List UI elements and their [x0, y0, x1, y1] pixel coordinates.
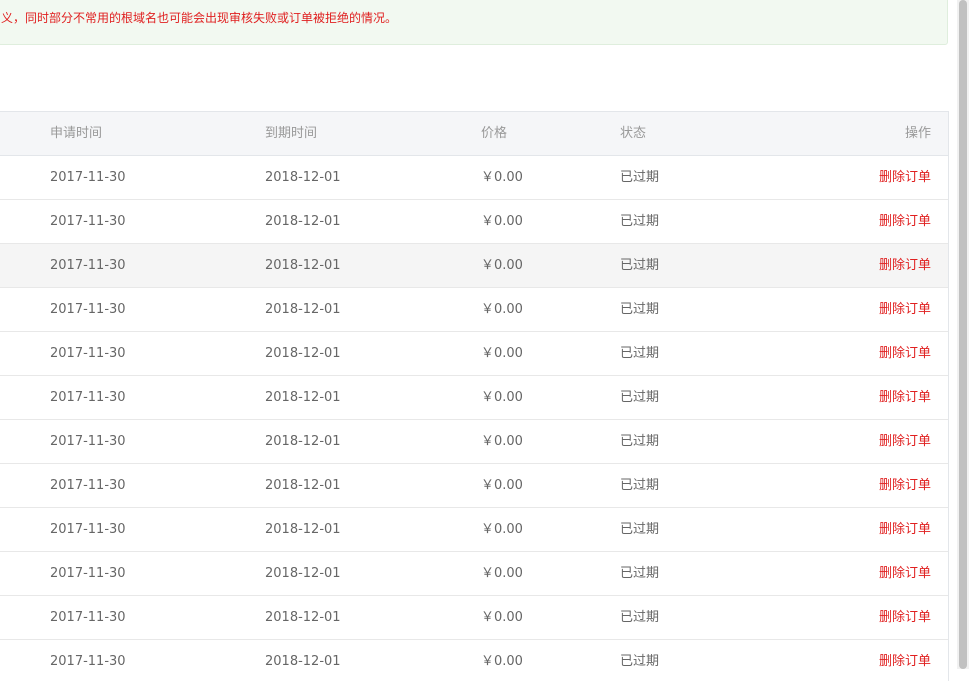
expire-time-cell: 2018-12-01: [265, 610, 341, 625]
expire-time-cell: 2018-12-01: [265, 654, 341, 669]
apply-time-cell: 2017-11-30: [50, 434, 126, 449]
table-row: 2017-11-30 2018-12-01 ￥0.00 已过期 删除订单: [0, 552, 948, 596]
price-cell: ￥0.00: [481, 566, 523, 581]
apply-time-cell: 2017-11-30: [50, 522, 126, 537]
status-cell: 已过期: [620, 610, 660, 625]
status-cell: 已过期: [620, 566, 660, 581]
price-cell: ￥0.00: [481, 654, 523, 669]
delete-order-link[interactable]: 删除订单: [879, 508, 931, 551]
price-cell: ￥0.00: [481, 478, 523, 493]
status-cell: 已过期: [620, 654, 660, 669]
delete-order-link[interactable]: 删除订单: [879, 332, 931, 375]
expire-time-cell: 2018-12-01: [265, 478, 341, 493]
delete-order-link[interactable]: 删除订单: [879, 552, 931, 595]
table-row: 2017-11-30 2018-12-01 ￥0.00 已过期 删除订单: [0, 464, 948, 508]
price-cell: ￥0.00: [481, 346, 523, 361]
delete-order-link[interactable]: 删除订单: [879, 640, 931, 681]
status-cell: 已过期: [620, 478, 660, 493]
scrollbar-thumb[interactable]: [959, 0, 967, 669]
status-cell: 已过期: [620, 258, 660, 273]
status-cell: 已过期: [620, 302, 660, 317]
delete-order-link[interactable]: 删除订单: [879, 244, 931, 287]
apply-time-cell: 2017-11-30: [50, 302, 126, 317]
price-cell: ￥0.00: [481, 214, 523, 229]
table-row: 2017-11-30 2018-12-01 ￥0.00 已过期 删除订单: [0, 420, 948, 464]
table-body: 2017-11-30 2018-12-01 ￥0.00 已过期 删除订单 2017-11-…: [0, 156, 948, 681]
apply-time-cell: 2017-11-30: [50, 610, 126, 625]
expire-time-cell: 2018-12-01: [265, 522, 341, 537]
price-cell: ￥0.00: [481, 302, 523, 317]
apply-time-cell: 2017-11-30: [50, 654, 126, 669]
expire-time-cell: 2018-12-01: [265, 214, 341, 229]
status-cell: 已过期: [620, 170, 660, 185]
price-cell: ￥0.00: [481, 434, 523, 449]
expire-time-cell: 2018-12-01: [265, 302, 341, 317]
expire-time-cell: 2018-12-01: [265, 346, 341, 361]
table-row: 2017-11-30 2018-12-01 ￥0.00 已过期 删除订单: [0, 508, 948, 552]
table-row: 2017-11-30 2018-12-01 ￥0.00 已过期 删除订单: [0, 596, 948, 640]
table-row: 2017-11-30 2018-12-01 ￥0.00 已过期 删除订单: [0, 156, 948, 200]
table-row: 2017-11-30 2018-12-01 ￥0.00 已过期 删除订单: [0, 332, 948, 376]
notice-banner: 义，同时部分不常用的根域名也可能会出现审核失败或订单被拒绝的情况。: [0, 0, 948, 45]
table-row: 2017-11-30 2018-12-01 ￥0.00 已过期 删除订单: [0, 288, 948, 332]
header-price: 价格: [481, 126, 508, 141]
delete-order-link[interactable]: 删除订单: [879, 376, 931, 419]
delete-order-link[interactable]: 删除订单: [879, 464, 931, 507]
delete-order-link[interactable]: 删除订单: [879, 420, 931, 463]
header-expire-time: 到期时间: [265, 126, 318, 141]
price-cell: ￥0.00: [481, 258, 523, 273]
expire-time-cell: 2018-12-01: [265, 390, 341, 405]
apply-time-cell: 2017-11-30: [50, 566, 126, 581]
expire-time-cell: 2018-12-01: [265, 566, 341, 581]
apply-time-cell: 2017-11-30: [50, 390, 126, 405]
apply-time-cell: 2017-11-30: [50, 258, 126, 273]
table-row: 2017-11-30 2018-12-01 ￥0.00 已过期 删除订单: [0, 244, 948, 288]
status-cell: 已过期: [620, 390, 660, 405]
expire-time-cell: 2018-12-01: [265, 258, 341, 273]
header-apply-time: 申请时间: [50, 126, 103, 141]
price-cell: ￥0.00: [481, 170, 523, 185]
expire-time-cell: 2018-12-01: [265, 170, 341, 185]
page-scrollbar[interactable]: [957, 0, 969, 669]
table-header: 申请时间 到期时间 价格 状态 操作: [0, 112, 948, 156]
status-cell: 已过期: [620, 346, 660, 361]
notice-text: 义，同时部分不常用的根域名也可能会出现审核失败或订单被拒绝的情况。: [1, 11, 398, 25]
table-row: 2017-11-30 2018-12-01 ￥0.00 已过期 删除订单: [0, 376, 948, 420]
delete-order-link[interactable]: 删除订单: [879, 596, 931, 639]
header-operation: 操作: [904, 126, 931, 141]
delete-order-link[interactable]: 删除订单: [879, 288, 931, 331]
price-cell: ￥0.00: [481, 522, 523, 537]
header-status: 状态: [620, 126, 647, 141]
expire-time-cell: 2018-12-01: [265, 434, 341, 449]
orders-table: 申请时间 到期时间 价格 状态 操作 2017-11-30 2018-12-01 ￥…: [0, 111, 949, 681]
delete-order-link[interactable]: 删除订单: [879, 200, 931, 243]
status-cell: 已过期: [620, 434, 660, 449]
status-cell: 已过期: [620, 522, 660, 537]
apply-time-cell: 2017-11-30: [50, 214, 126, 229]
apply-time-cell: 2017-11-30: [50, 170, 126, 185]
table-row: 2017-11-30 2018-12-01 ￥0.00 已过期 删除订单: [0, 640, 948, 681]
apply-time-cell: 2017-11-30: [50, 478, 126, 493]
table-row: 2017-11-30 2018-12-01 ￥0.00 已过期 删除订单: [0, 200, 948, 244]
delete-order-link[interactable]: 删除订单: [879, 156, 931, 199]
apply-time-cell: 2017-11-30: [50, 346, 126, 361]
price-cell: ￥0.00: [481, 610, 523, 625]
price-cell: ￥0.00: [481, 390, 523, 405]
status-cell: 已过期: [620, 214, 660, 229]
